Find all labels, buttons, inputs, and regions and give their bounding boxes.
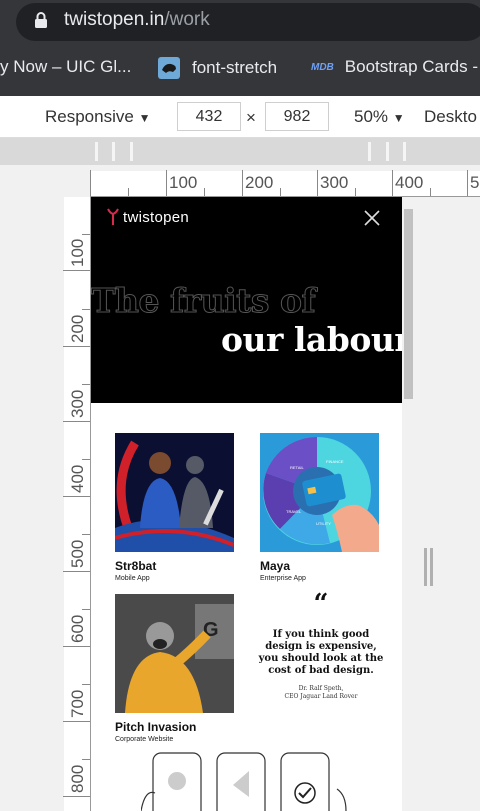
- resize-handle[interactable]: [430, 548, 433, 586]
- quote-mark: “: [313, 589, 329, 619]
- media-tick[interactable]: [368, 142, 371, 161]
- hero-section: twistopen The fruits of our labour: [91, 197, 402, 403]
- project-title[interactable]: Str8bat: [115, 559, 156, 573]
- project-title[interactable]: Maya: [260, 559, 290, 573]
- bookmark-bootstrap-cards[interactable]: MDB Bootstrap Cards -: [311, 57, 478, 77]
- panther-icon: [158, 57, 180, 79]
- ruler-label: 100: [169, 173, 198, 192]
- chart-label: RETAIL: [290, 465, 304, 470]
- project-subtitle: Mobile App: [115, 575, 150, 582]
- device-select[interactable]: Responsive ▼: [45, 107, 150, 127]
- dropdown-arrow-icon: ▼: [392, 111, 405, 125]
- mdb-icon: MDB: [311, 61, 334, 73]
- pitch-invasion-thumbnail[interactable]: G: [115, 594, 234, 713]
- close-icon[interactable]: [363, 209, 381, 227]
- dimension-separator: ×: [246, 108, 256, 127]
- bookmark-font-stretch[interactable]: font-stretch: [158, 57, 277, 79]
- ruler-vertical: 100 200 300 400 500 600 700 800: [63, 197, 91, 811]
- media-tick[interactable]: [130, 142, 133, 161]
- browser-toolbar: twistopen.in/work y Now – UIC Gl... font…: [0, 0, 480, 96]
- media-tick[interactable]: [403, 142, 406, 161]
- bookmark-uic[interactable]: y Now – UIC Gl...: [0, 57, 131, 77]
- ruler-label: 200: [68, 314, 87, 343]
- height-input[interactable]: 982: [265, 102, 329, 131]
- ruler-label: 300: [68, 389, 87, 418]
- media-tick[interactable]: [95, 142, 98, 161]
- logo-text: twistopen: [123, 208, 190, 226]
- ruler-label: 800: [68, 764, 87, 793]
- maya-thumbnail[interactable]: RETAIL FINANCE TRAVEL UTILITY: [260, 433, 379, 552]
- emulated-viewport[interactable]: twistopen The fruits of our labour Str8b…: [91, 197, 402, 811]
- project-subtitle: Corporate Website: [115, 736, 174, 743]
- ruler-label: 50: [470, 173, 480, 192]
- site-logo[interactable]: twistopen: [107, 208, 189, 226]
- hero-heading-line1: The fruits of: [91, 281, 316, 321]
- width-input[interactable]: 432: [177, 102, 241, 131]
- ruler-label: 200: [245, 173, 274, 192]
- viewport-scrollbar[interactable]: [402, 197, 415, 811]
- media-tick[interactable]: [112, 142, 115, 161]
- chart-label: FINANCE: [326, 459, 344, 464]
- zoom-select[interactable]: 50% ▼: [354, 107, 405, 127]
- ruler-label: 700: [68, 689, 87, 718]
- ruler-horizontal: 100 200 300 400 50: [90, 170, 480, 197]
- lock-icon[interactable]: [34, 11, 48, 29]
- media-query-bar[interactable]: [0, 138, 480, 165]
- ruler-label: 600: [68, 614, 87, 643]
- media-tick[interactable]: [386, 142, 389, 161]
- chart-label: UTILITY: [316, 521, 331, 526]
- ruler-label: 400: [68, 464, 87, 493]
- chart-label: TRAVEL: [286, 509, 302, 514]
- scrollbar-thumb[interactable]: [404, 209, 413, 399]
- url-text[interactable]: twistopen.in/work: [64, 9, 210, 31]
- str8bat-thumbnail[interactable]: [115, 433, 234, 552]
- throttle-select[interactable]: Deskto: [424, 107, 477, 127]
- ruler-label: 100: [68, 238, 87, 267]
- quote-text: If you think good design is expensive, y…: [258, 629, 384, 676]
- design-quote: “ If you think good design is expensive,…: [258, 589, 384, 701]
- quote-author: Dr. Ralf Speth, CEO Jaguar Land Rover: [284, 685, 358, 700]
- phones-illustration: [141, 752, 347, 811]
- project-subtitle: Enterprise App: [260, 575, 306, 582]
- device-toolbar: Responsive ▼ 432 × 982 50% ▼ Deskto: [0, 96, 480, 138]
- hero-heading-line2: our labour: [221, 320, 402, 359]
- project-title[interactable]: Pitch Invasion: [115, 720, 196, 734]
- bookmarks-bar: y Now – UIC Gl... font-stretch MDB Boots…: [0, 48, 480, 92]
- twistopen-logo-icon: [107, 208, 119, 225]
- dropdown-arrow-icon: ▼: [138, 111, 151, 125]
- ruler-label: 500: [68, 539, 87, 568]
- resize-handle[interactable]: [424, 548, 427, 586]
- ruler-label: 400: [395, 173, 424, 192]
- ruler-label: 300: [320, 173, 349, 192]
